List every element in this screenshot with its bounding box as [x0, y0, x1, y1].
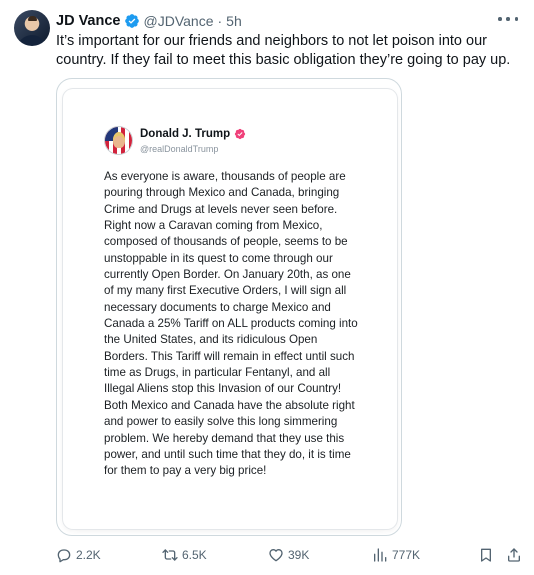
bookmark-button[interactable]: [478, 545, 494, 565]
embedded-avatar: [105, 127, 132, 154]
avatar[interactable]: [14, 10, 50, 46]
separator: ·: [217, 13, 223, 29]
post-text: It’s important for our friends and neigh…: [56, 33, 511, 68]
post: JD Vance @JDVance · 5h It’s important fo…: [0, 0, 534, 575]
embedded-post-text: As everyone is aware, thousands of peopl…: [104, 170, 358, 478]
repost-button[interactable]: 6.5K: [162, 545, 207, 565]
author-handle[interactable]: @JDVance: [144, 13, 214, 29]
embedded-author: Donald J. Trump: [140, 128, 246, 140]
views-icon: [374, 548, 387, 562]
reply-icon: [57, 549, 71, 563]
post-header: JD Vance @JDVance · 5h: [56, 11, 242, 31]
timestamp[interactable]: 5h: [226, 13, 242, 29]
verified-badge-icon: [124, 14, 139, 28]
reply-count: 2.2K: [76, 548, 101, 562]
embedded-author-name: Donald J. Trump: [140, 128, 231, 140]
media-image[interactable]: Donald J. Trump @realDonaldTrump As ever…: [56, 78, 402, 536]
embedded-badge-icon: [234, 128, 246, 140]
reply-button[interactable]: 2.2K: [56, 545, 101, 565]
repost-icon: [162, 549, 178, 561]
share-icon: [508, 548, 520, 562]
embedded-author-handle: @realDonaldTrump: [140, 144, 219, 154]
share-button[interactable]: [506, 545, 522, 565]
repost-count: 6.5K: [182, 548, 207, 562]
like-count: 39K: [288, 548, 310, 562]
author-name[interactable]: JD Vance: [56, 13, 121, 29]
like-icon: [269, 549, 283, 562]
more-icon[interactable]: [498, 10, 518, 28]
bookmark-icon: [481, 548, 491, 562]
action-bar: 2.2K 6.5K 39K 777K: [56, 545, 526, 565]
views-button[interactable]: 777K: [372, 545, 420, 565]
like-button[interactable]: 39K: [268, 545, 309, 565]
views-count: 777K: [392, 548, 421, 562]
